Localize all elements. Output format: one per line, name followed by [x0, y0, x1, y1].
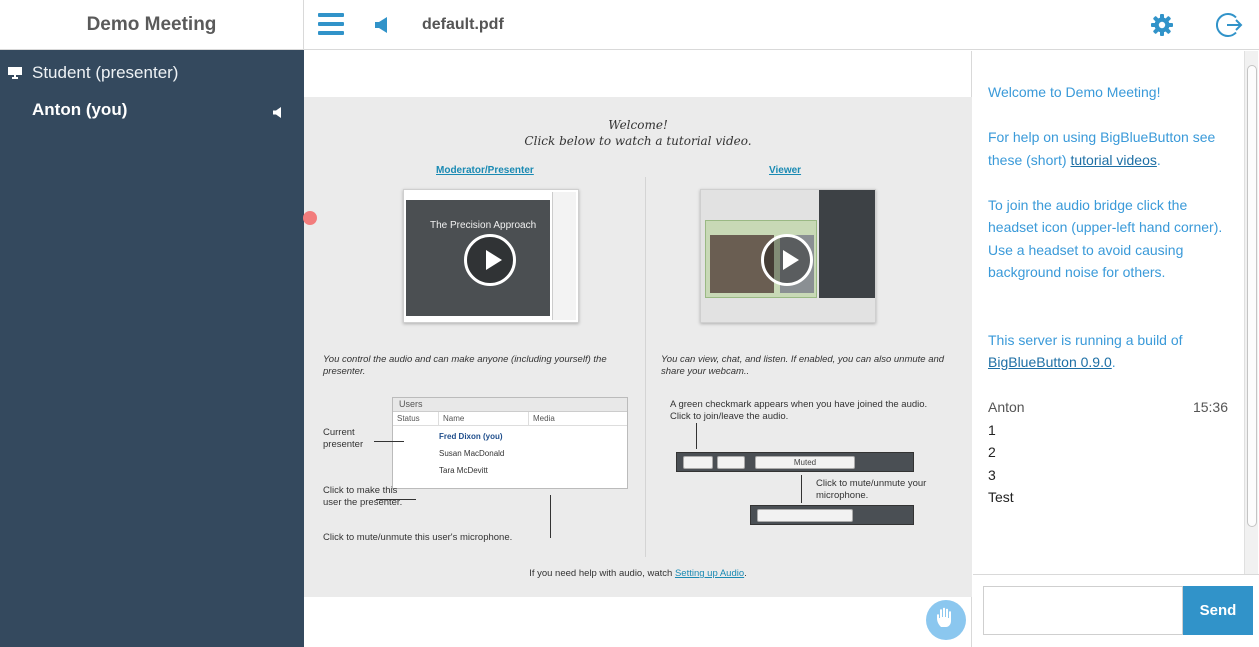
- moderator-video-thumbnail[interactable]: The Precision Approach: [403, 189, 579, 323]
- moderator-description: You control the audio and can make anyon…: [323, 354, 607, 377]
- mute-user-label: Click to mute/unmute this user's microph…: [323, 532, 513, 543]
- presenter-cursor: [303, 211, 317, 225]
- chat-message: 2: [988, 444, 996, 460]
- meeting-title: Demo Meeting: [86, 13, 217, 35]
- column-header: Media: [533, 414, 555, 423]
- presenter-icon: [8, 66, 22, 80]
- viewer-video-thumbnail[interactable]: [700, 189, 876, 323]
- document-title: default.pdf: [422, 16, 504, 33]
- top-bar: default.pdf: [304, 0, 1259, 50]
- arrow-line: [801, 475, 802, 503]
- gear-icon[interactable]: [1150, 13, 1174, 42]
- arrow-line: [376, 499, 416, 500]
- meeting-app: Demo Meeting Student (presenter) Anton (…: [0, 0, 1259, 647]
- viewer-description: You can view, chat, and listen. If enabl…: [661, 354, 945, 377]
- chalk-title: The Precision Approach: [430, 220, 537, 231]
- table-row: Fred Dixon (you): [439, 432, 503, 441]
- chat-help: For help on using BigBlueButton see thes…: [988, 126, 1228, 171]
- setting-up-audio-link[interactable]: Setting up Audio: [675, 568, 744, 579]
- user-item-self[interactable]: Anton (you): [0, 95, 304, 125]
- chat-message: 3: [988, 466, 996, 483]
- arrow-line: [550, 495, 551, 538]
- presentation-area: Welcome! Click below to watch a tutorial…: [303, 51, 972, 647]
- users-panel-title: Users: [393, 398, 627, 412]
- toolbar-image: [552, 192, 576, 320]
- mute-mic-description: Click to mute/unmute your microphone.: [816, 478, 927, 501]
- chat-input-area: Send: [973, 574, 1259, 647]
- table-row: Susan MacDonald: [439, 449, 505, 458]
- chat-server-info: This server is running a build of BigBlu…: [988, 329, 1228, 374]
- chat-message: Test: [988, 489, 1014, 505]
- webcam-icon: [717, 456, 745, 469]
- users-panel-illustration: Users Status Name Media Fred Dixon (you)…: [392, 397, 628, 489]
- chat-help-suffix: .: [1156, 151, 1161, 168]
- current-presenter-label: Current presenter: [323, 427, 364, 450]
- user-name: Anton (you): [32, 100, 128, 119]
- chat-audio-instructions: To join the audio bridge click the heads…: [988, 196, 1223, 281]
- chat-author: Anton: [988, 399, 1025, 415]
- audio-help-suffix: .: [744, 568, 747, 579]
- arrow-line: [374, 441, 404, 442]
- speaker-icon[interactable]: [374, 16, 392, 39]
- audio-help-prefix: If you need help with audio, watch: [529, 568, 675, 579]
- audio-bar-illustration: Muted: [676, 452, 914, 472]
- scrollbar-thumb[interactable]: [1247, 65, 1257, 527]
- mic-button-illustration: [757, 509, 853, 522]
- play-icon: [464, 234, 516, 286]
- chat-message-list: Welcome to Demo Meeting! For help on usi…: [973, 51, 1243, 574]
- make-presenter-label: Click to make this user the presenter.: [323, 485, 403, 508]
- speaker-icon: [273, 105, 284, 123]
- slide-welcome: Welcome! Click below to watch a tutorial…: [304, 117, 972, 149]
- headset-icon: [683, 456, 713, 469]
- chat-message-input[interactable]: [983, 586, 1183, 635]
- arrow-line: [696, 423, 697, 449]
- chat-scrollbar[interactable]: [1244, 51, 1258, 574]
- users-panel-header: Status Name Media: [393, 412, 627, 426]
- chat-server-text: This server is running a build of: [988, 331, 1183, 348]
- muted-button-illustration: Muted: [755, 456, 855, 469]
- checkmark-description: A green checkmark appears when you have …: [670, 399, 928, 422]
- users-sidebar: Demo Meeting Student (presenter) Anton (…: [0, 0, 304, 647]
- hand-icon: [934, 606, 958, 635]
- logout-icon[interactable]: [1215, 11, 1244, 44]
- chat-panel: Welcome to Demo Meeting! For help on usi…: [973, 51, 1259, 647]
- column-header: Name: [439, 412, 529, 425]
- slide-welcome-title: Welcome!: [608, 118, 668, 132]
- tutorial-videos-link[interactable]: tutorial videos: [1070, 152, 1156, 168]
- moderator-video-link[interactable]: Moderator/Presenter: [436, 165, 534, 176]
- chat-message-header: Anton 15:36: [988, 396, 1228, 419]
- chat-server-suffix: .: [1111, 354, 1116, 370]
- table-row: Tara McDevitt: [439, 466, 488, 475]
- column-divider: [645, 177, 646, 557]
- chat-welcome: Welcome to Demo Meeting!: [988, 84, 1161, 100]
- send-button[interactable]: Send: [1183, 586, 1253, 635]
- play-icon: [761, 234, 813, 286]
- meeting-title-bar: Demo Meeting: [0, 0, 304, 50]
- user-item-presenter[interactable]: Student (presenter): [0, 58, 304, 88]
- column-header: Status: [393, 412, 439, 425]
- chat-timestamp: 15:36: [1192, 399, 1228, 415]
- hamburger-icon[interactable]: [318, 13, 344, 35]
- chat-message: 1: [988, 421, 996, 438]
- bigbluebutton-version-link[interactable]: BigBlueButton 0.9.0: [988, 354, 1112, 370]
- slide-welcome-subtitle: Click below to watch a tutorial video.: [524, 134, 752, 148]
- viewer-dark-panel: [819, 190, 875, 298]
- audio-help-text: If you need help with audio, watch Setti…: [304, 568, 972, 580]
- user-name: Student (presenter): [32, 63, 179, 82]
- raise-hand-button[interactable]: [926, 600, 966, 640]
- mic-bar-illustration: [750, 505, 914, 525]
- viewer-video-link[interactable]: Viewer: [769, 165, 801, 176]
- presentation-slide[interactable]: Welcome! Click below to watch a tutorial…: [304, 97, 972, 597]
